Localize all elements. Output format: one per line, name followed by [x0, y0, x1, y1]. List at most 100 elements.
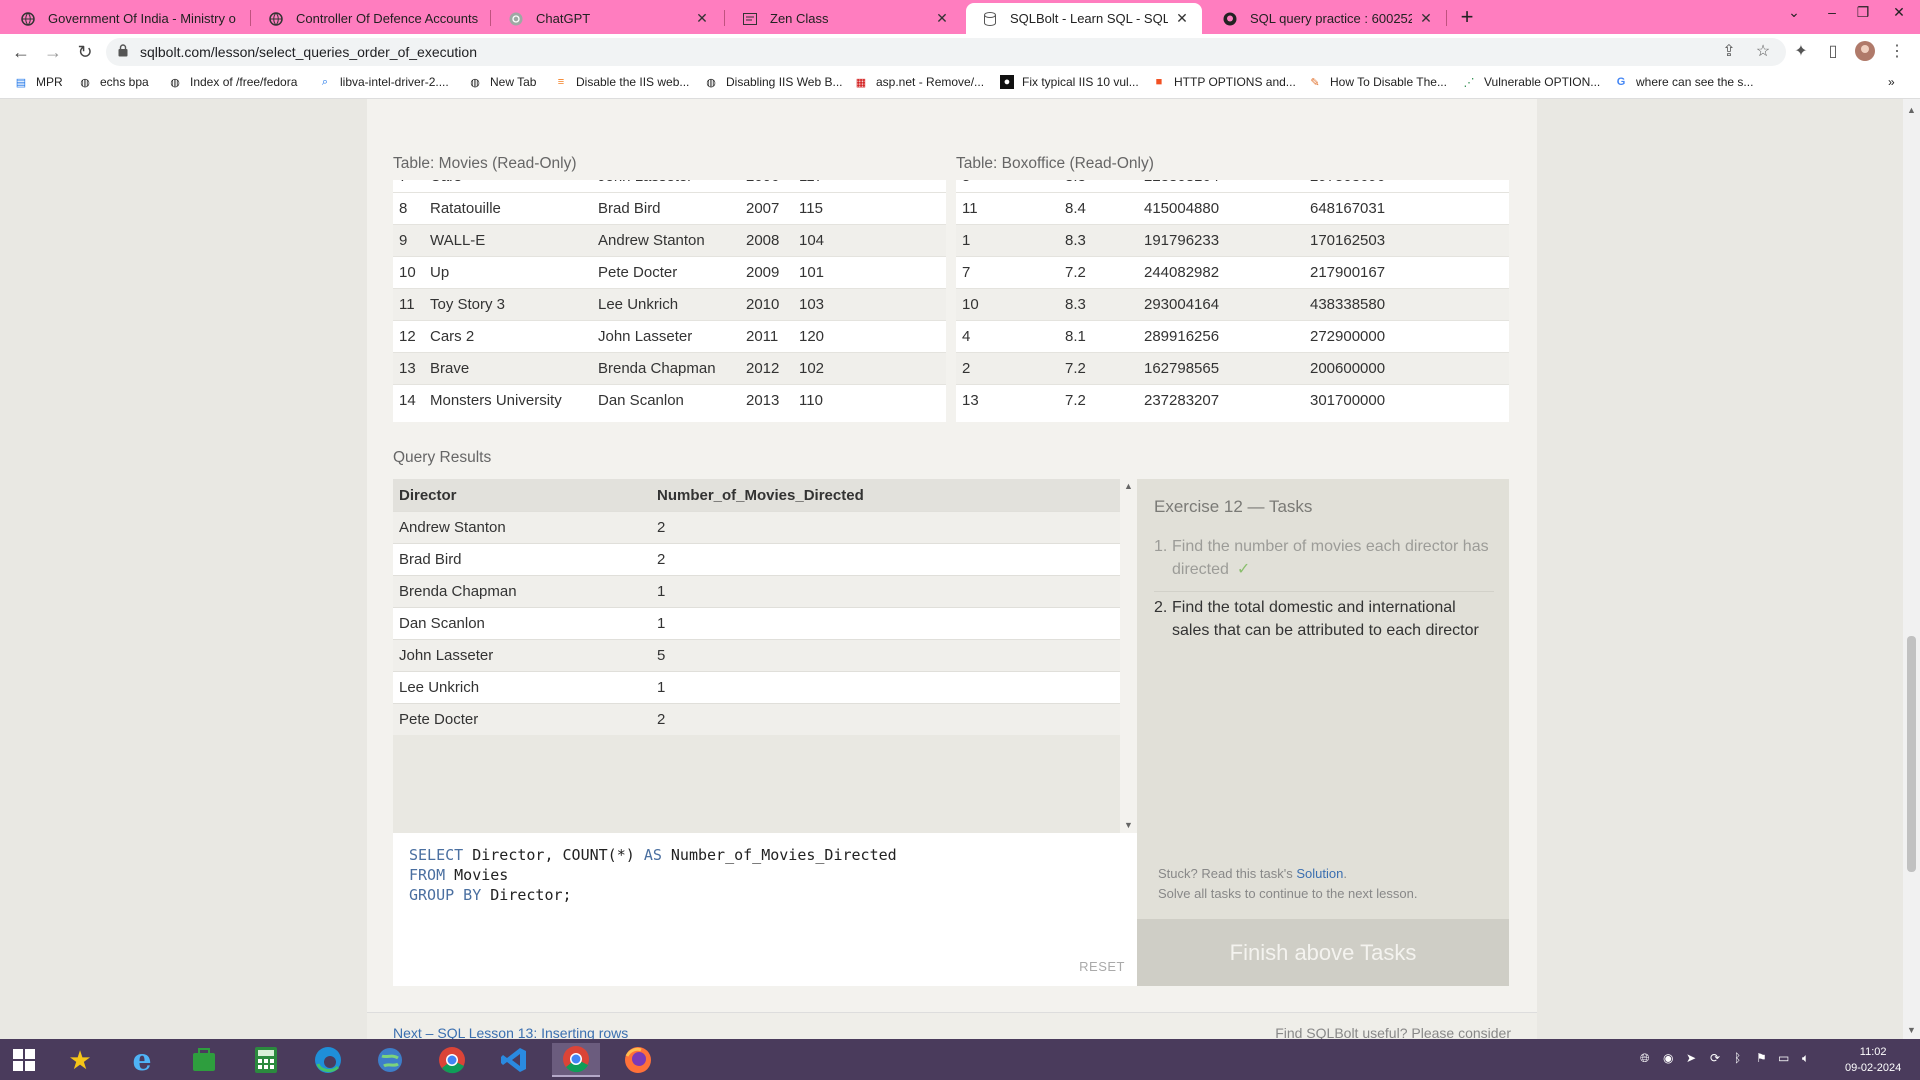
- task-item: 2. Find the total domestic and internatio…: [1154, 599, 1479, 639]
- profile-avatar[interactable]: [1854, 41, 1876, 63]
- bookmark-item[interactable]: ▤ MPR: [14, 75, 63, 89]
- bookmark-item[interactable]: ◍ echs bpa: [78, 75, 149, 89]
- back-button[interactable]: ←: [8, 40, 34, 64]
- bookmark-item[interactable]: Gwhere can see the s...: [1614, 75, 1754, 89]
- tab-title: SQLBolt - Learn SQL - SQL Lesso: [1010, 11, 1168, 26]
- internet-explorer-icon[interactable]: e: [118, 1043, 166, 1078]
- scroll-up-arrow-icon[interactable]: ▲: [1124, 481, 1133, 491]
- stackoverflow-icon: ≡: [557, 76, 565, 88]
- new-tab-button[interactable]: +: [1455, 6, 1479, 28]
- support-text: Find SQLBolt useful? Please consider: [1275, 1025, 1511, 1039]
- network-tray-icon[interactable]: ▭: [1778, 1051, 1789, 1065]
- reload-button[interactable]: ↻: [72, 40, 98, 64]
- bookmark-item[interactable]: ◍ New Tab: [468, 75, 536, 89]
- bookmark-item[interactable]: ⌕ libva-intel-driver-2....: [318, 75, 449, 89]
- tab-cda[interactable]: Controller Of Defence Accounts: [252, 3, 496, 34]
- address-bar[interactable]: sqlbolt.com/lesson/select_queries_order_…: [106, 38, 1786, 66]
- tasks-title: Exercise 12 — Tasks: [1154, 497, 1313, 516]
- tab-zen-class[interactable]: Zen Class ✕: [726, 3, 962, 34]
- column-header: Director: [393, 479, 651, 512]
- volume-icon[interactable]: 🔈︎: [1802, 1051, 1809, 1066]
- site-icon: ✎: [1310, 76, 1320, 89]
- scrollbar-thumb[interactable]: [1907, 636, 1916, 872]
- scroll-down-arrow-icon[interactable]: ▼: [1907, 1025, 1916, 1035]
- bookmark-star-icon[interactable]: ☆: [1752, 41, 1774, 63]
- lock-icon[interactable]: [118, 44, 128, 62]
- bookmark-label: Disable the IIS web...: [576, 75, 690, 89]
- tab-search-icon[interactable]: ⌄: [1779, 4, 1809, 21]
- bookmarks-overflow-icon[interactable]: »: [1888, 75, 1895, 89]
- edge-icon[interactable]: [304, 1043, 352, 1077]
- solution-link[interactable]: Solution: [1296, 866, 1343, 881]
- scroll-down-arrow-icon[interactable]: ▼: [1124, 820, 1133, 830]
- minimize-button[interactable]: –: [1817, 4, 1847, 20]
- page-scrollbar[interactable]: ▲ ▼: [1903, 99, 1920, 1039]
- forward-button[interactable]: →: [40, 40, 66, 64]
- table-header-row: Director Number_of_Movies_Directed: [393, 479, 1120, 512]
- firefox-icon[interactable]: [614, 1043, 662, 1077]
- sql-keyword: SELECT: [409, 846, 464, 864]
- bookmark-item[interactable]: ▦ asp.net - Remove/...: [854, 75, 984, 89]
- bookmarks-bar: ▤ MPR ◍ echs bpa ◍ Index of /free/fedora ⌕ l…: [0, 70, 1920, 99]
- lesson-footer: Next – SQL Lesson 13: Inserting rows Fin…: [367, 1012, 1537, 1039]
- window-close-button[interactable]: ✕: [1884, 4, 1914, 21]
- chrome-active-icon[interactable]: [552, 1043, 600, 1077]
- tab-government-of-india[interactable]: Government Of India - Ministry o: [4, 3, 248, 34]
- results-scrollbar[interactable]: ▲ ▼: [1120, 479, 1137, 833]
- store-icon[interactable]: [180, 1043, 228, 1077]
- next-lesson-link[interactable]: Next – SQL Lesson 13: Inserting rows: [393, 1025, 628, 1039]
- scroll-up-arrow-icon[interactable]: ▲: [1907, 105, 1916, 115]
- sql-code[interactable]: SELECT Director, COUNT(*) AS Number_of_M…: [409, 845, 897, 905]
- reset-button[interactable]: RESET: [1079, 959, 1125, 974]
- table-row: 13 Brave Brenda Chapman 2012 102: [393, 352, 946, 385]
- telegram-tray-icon[interactable]: ➤: [1686, 1051, 1696, 1065]
- aspnet-icon: ▦: [855, 76, 867, 89]
- menu-icon[interactable]: ⋮: [1886, 41, 1908, 63]
- bookmark-label: libva-intel-driver-2....: [340, 75, 449, 89]
- clock[interactable]: 11:02 09-02-2024: [1845, 1044, 1901, 1076]
- language-globe-icon[interactable]: 🌐︎: [1640, 1051, 1650, 1066]
- bookmark-item[interactable]: ◍ Disabling IIS Web B...: [704, 75, 842, 89]
- bluetooth-tray-icon[interactable]: ᛒ: [1734, 1051, 1741, 1065]
- close-icon[interactable]: ✕: [934, 10, 950, 27]
- tab-github[interactable]: SQL query practice : 6002526 ✕: [1206, 3, 1446, 34]
- table-row: Lee Unkrich 1: [393, 671, 1120, 704]
- table-row: 11 Toy Story 3 Lee Unkrich 2010 103: [393, 288, 946, 321]
- close-icon[interactable]: ✕: [694, 10, 710, 27]
- tab-chatgpt[interactable]: ChatGPT ✕: [492, 3, 722, 34]
- bookmark-item[interactable]: ≡ Disable the IIS web...: [554, 75, 690, 89]
- sql-editor[interactable]: SELECT Director, COUNT(*) AS Number_of_M…: [393, 833, 1137, 986]
- bookmark-label: where can see the s...: [1636, 75, 1754, 89]
- bookmark-item[interactable]: ◍ Index of /free/fedora: [168, 75, 297, 89]
- network-globe-icon[interactable]: [366, 1043, 414, 1077]
- tab-sqlbolt[interactable]: SQLBolt - Learn SQL - SQL Lesso ✕: [966, 3, 1202, 34]
- bookmark-item[interactable]: ■ HTTP OPTIONS and...: [1152, 75, 1296, 89]
- security-tray-icon[interactable]: ⚑: [1756, 1051, 1767, 1065]
- extensions-icon[interactable]: ✦: [1790, 41, 1812, 63]
- bookmark-item[interactable]: ● Fix typical IIS 10 vul...: [1000, 75, 1139, 89]
- tab-title: SQL query practice : 6002526: [1250, 11, 1412, 26]
- search-icon: ⌕: [321, 75, 329, 88]
- close-icon[interactable]: ✕: [1174, 10, 1190, 27]
- share-icon[interactable]: ⇪: [1718, 41, 1740, 63]
- vscode-icon[interactable]: [490, 1043, 538, 1077]
- windows-start-icon[interactable]: [0, 1043, 48, 1077]
- update-tray-icon[interactable]: ⟳: [1710, 1051, 1720, 1065]
- bookmark-item[interactable]: ⋰ Vulnerable OPTION...: [1462, 75, 1601, 89]
- clock-time: 11:02: [1859, 1046, 1887, 1058]
- chrome-icon[interactable]: [428, 1043, 476, 1077]
- restore-button[interactable]: ❐: [1848, 4, 1878, 21]
- site-icon: ⋰: [1463, 76, 1475, 89]
- close-icon[interactable]: ✕: [1418, 10, 1434, 27]
- chrome-tray-icon[interactable]: ◉: [1663, 1051, 1673, 1065]
- globe-icon: ◍: [170, 76, 180, 89]
- side-panel-icon[interactable]: ▯: [1822, 41, 1844, 63]
- calculator-icon[interactable]: [242, 1043, 290, 1077]
- bookmark-item[interactable]: ✎ How To Disable The...: [1308, 75, 1447, 89]
- url-text: sqlbolt.com/lesson/select_queries_order_…: [140, 44, 477, 60]
- star-app-icon[interactable]: ★: [56, 1043, 104, 1077]
- table-row: 7 7.2 244082982 217900167: [956, 256, 1509, 289]
- bookmark-label: Index of /free/fedora: [190, 75, 298, 89]
- bookmark-label: asp.net - Remove/...: [876, 75, 985, 89]
- finish-tasks-button[interactable]: Finish above Tasks: [1137, 919, 1509, 986]
